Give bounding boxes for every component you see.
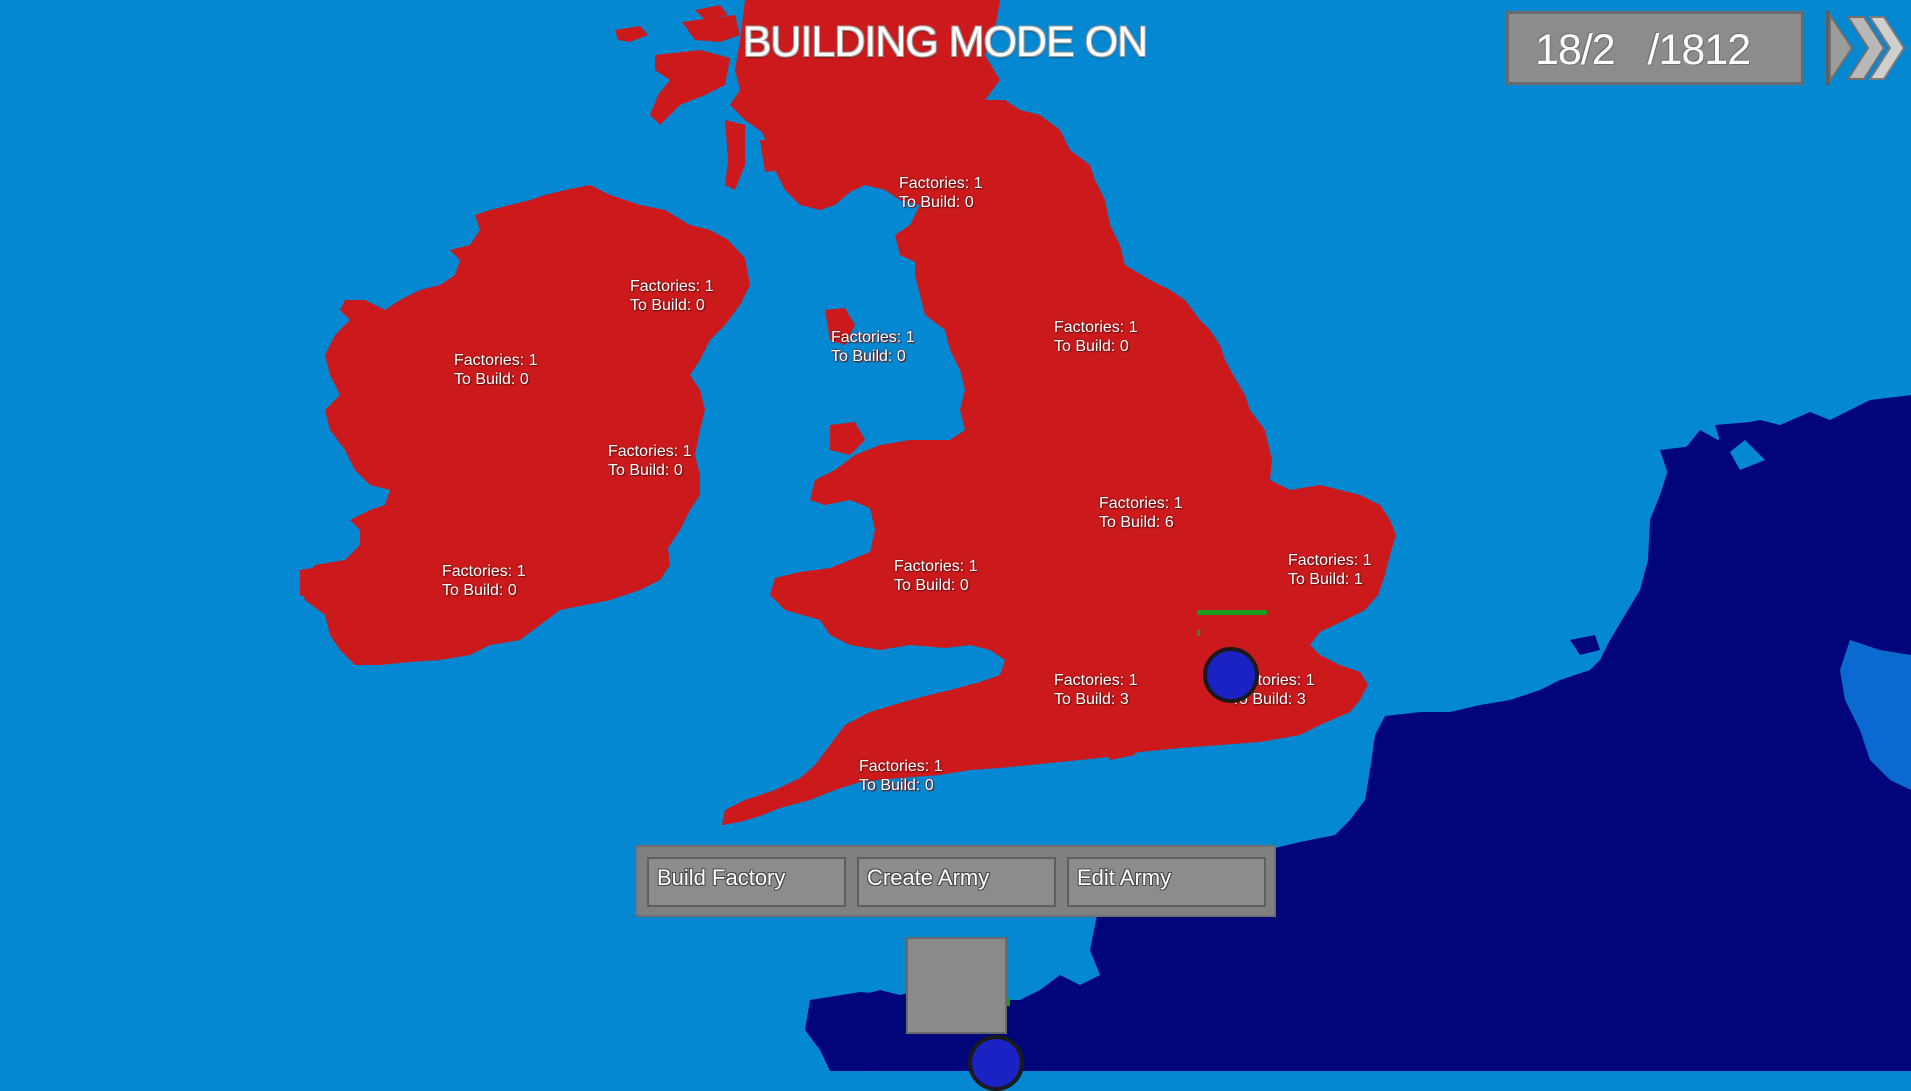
region-label: Factories: 1 To Build: 0 — [899, 174, 983, 212]
to-build-count: To Build: 0 — [442, 582, 517, 599]
factories-count: Factories: 1 — [1099, 495, 1183, 512]
region-label: Factories: 1 To Build: 0 — [608, 442, 692, 480]
to-build-count: To Build: 0 — [454, 371, 529, 388]
region-label: Factories: 1 To Build: 0 — [630, 277, 714, 315]
factories-count: Factories: 1 — [1054, 319, 1138, 336]
factories-count: Factories: 1 — [899, 175, 983, 192]
army-health-bar — [1197, 610, 1267, 615]
fast-forward-button[interactable] — [1826, 11, 1906, 85]
factories-count: Factories: 1 — [608, 443, 692, 460]
to-build-count: To Build: 6 — [1099, 514, 1174, 531]
create-army-button[interactable]: Create Army — [857, 857, 1056, 907]
factories-count: Factories: 1 — [454, 352, 538, 369]
region-label: Factories: 1 To Build: 0 — [894, 557, 978, 595]
to-build-count: To Build: 1 — [1288, 571, 1363, 588]
factories-count: Factories: 1 — [859, 758, 943, 775]
to-build-count: To Build: 0 — [894, 577, 969, 594]
to-build-count: To Build: 0 — [859, 777, 934, 794]
fast-forward-icon — [1826, 11, 1906, 85]
to-build-count: To Build: 0 — [630, 297, 705, 314]
to-build-count: To Build: 0 — [608, 462, 683, 479]
to-build-count: To Build: 0 — [899, 194, 974, 211]
edit-army-button[interactable]: Edit Army — [1067, 857, 1266, 907]
action-bar: Build Factory Create Army Edit Army — [635, 845, 1276, 917]
region-label: Factories: 1 To Build: 0 — [1054, 318, 1138, 356]
army-health-tick — [1197, 630, 1200, 636]
to-build-count: To Build: 0 — [1054, 338, 1129, 355]
factories-count: Factories: 1 — [442, 563, 526, 580]
region-label: Factories: 1 To Build: 3 — [1054, 671, 1138, 709]
region-label: Factories: 1 To Build: 6 — [1099, 494, 1183, 532]
region-label: Factories: 1 To Build: 0 — [442, 562, 526, 600]
region-label: Factories: 1 To Build: 1 — [1288, 551, 1372, 589]
factories-count: Factories: 1 — [1054, 672, 1138, 689]
army-marker[interactable] — [1203, 647, 1259, 703]
factories-count: Factories: 1 — [1288, 552, 1372, 569]
region-label: Factories: 1 To Build: 0 — [859, 757, 943, 795]
factories-count: Factories: 1 — [894, 558, 978, 575]
region-label: Factories: 1 To Build: 0 — [831, 328, 915, 366]
army-marker[interactable] — [968, 1035, 1024, 1091]
building-mode-banner: BUILDING MODE ON — [742, 18, 1149, 66]
to-build-count: To Build: 3 — [1054, 691, 1129, 708]
unit-panel[interactable] — [906, 937, 1007, 1034]
region-label: Factories: 1 To Build: 0 — [454, 351, 538, 389]
date-display: 18/2 /1812 — [1506, 11, 1804, 85]
factories-count: Factories: 1 — [831, 329, 915, 346]
factories-count: Factories: 1 — [630, 278, 714, 295]
build-factory-button[interactable]: Build Factory — [647, 857, 846, 907]
to-build-count: To Build: 0 — [831, 348, 906, 365]
date-text: 18/2 /1812 — [1535, 26, 1751, 74]
